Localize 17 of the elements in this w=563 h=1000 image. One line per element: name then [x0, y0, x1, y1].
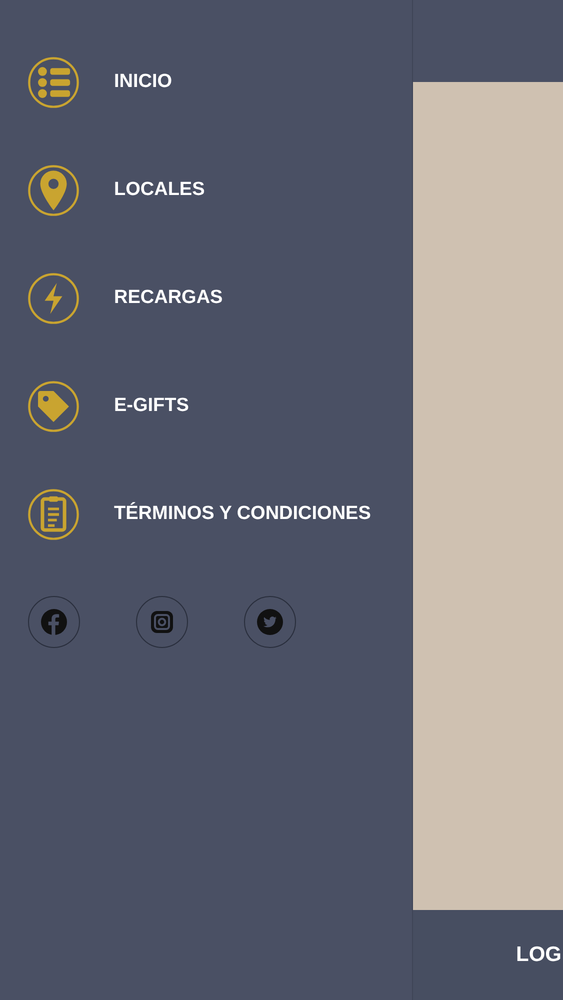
menu-item[interactable]: LOCALES	[27, 164, 412, 216]
menu-item[interactable]: RECARGAS	[27, 272, 412, 324]
menu-item[interactable]: TÉRMINOS Y CONDICIONES	[27, 488, 412, 540]
tag-icon	[27, 380, 80, 432]
facebook-button[interactable]	[28, 596, 80, 648]
bird-icon	[257, 609, 283, 635]
bottom-label[interactable]: LOG	[516, 939, 562, 971]
twitter-button[interactable]	[244, 596, 296, 648]
facebook-icon	[41, 609, 67, 635]
menu-item[interactable]: E-GIFTS	[27, 380, 412, 432]
map-pin-icon	[27, 164, 80, 216]
list-icon	[27, 56, 80, 108]
instagram-icon	[150, 610, 174, 634]
clipboard-icon	[27, 488, 80, 540]
instagram-button[interactable]	[136, 596, 188, 648]
menu-item[interactable]: INICIO	[27, 56, 412, 108]
lightning-icon	[27, 272, 80, 324]
